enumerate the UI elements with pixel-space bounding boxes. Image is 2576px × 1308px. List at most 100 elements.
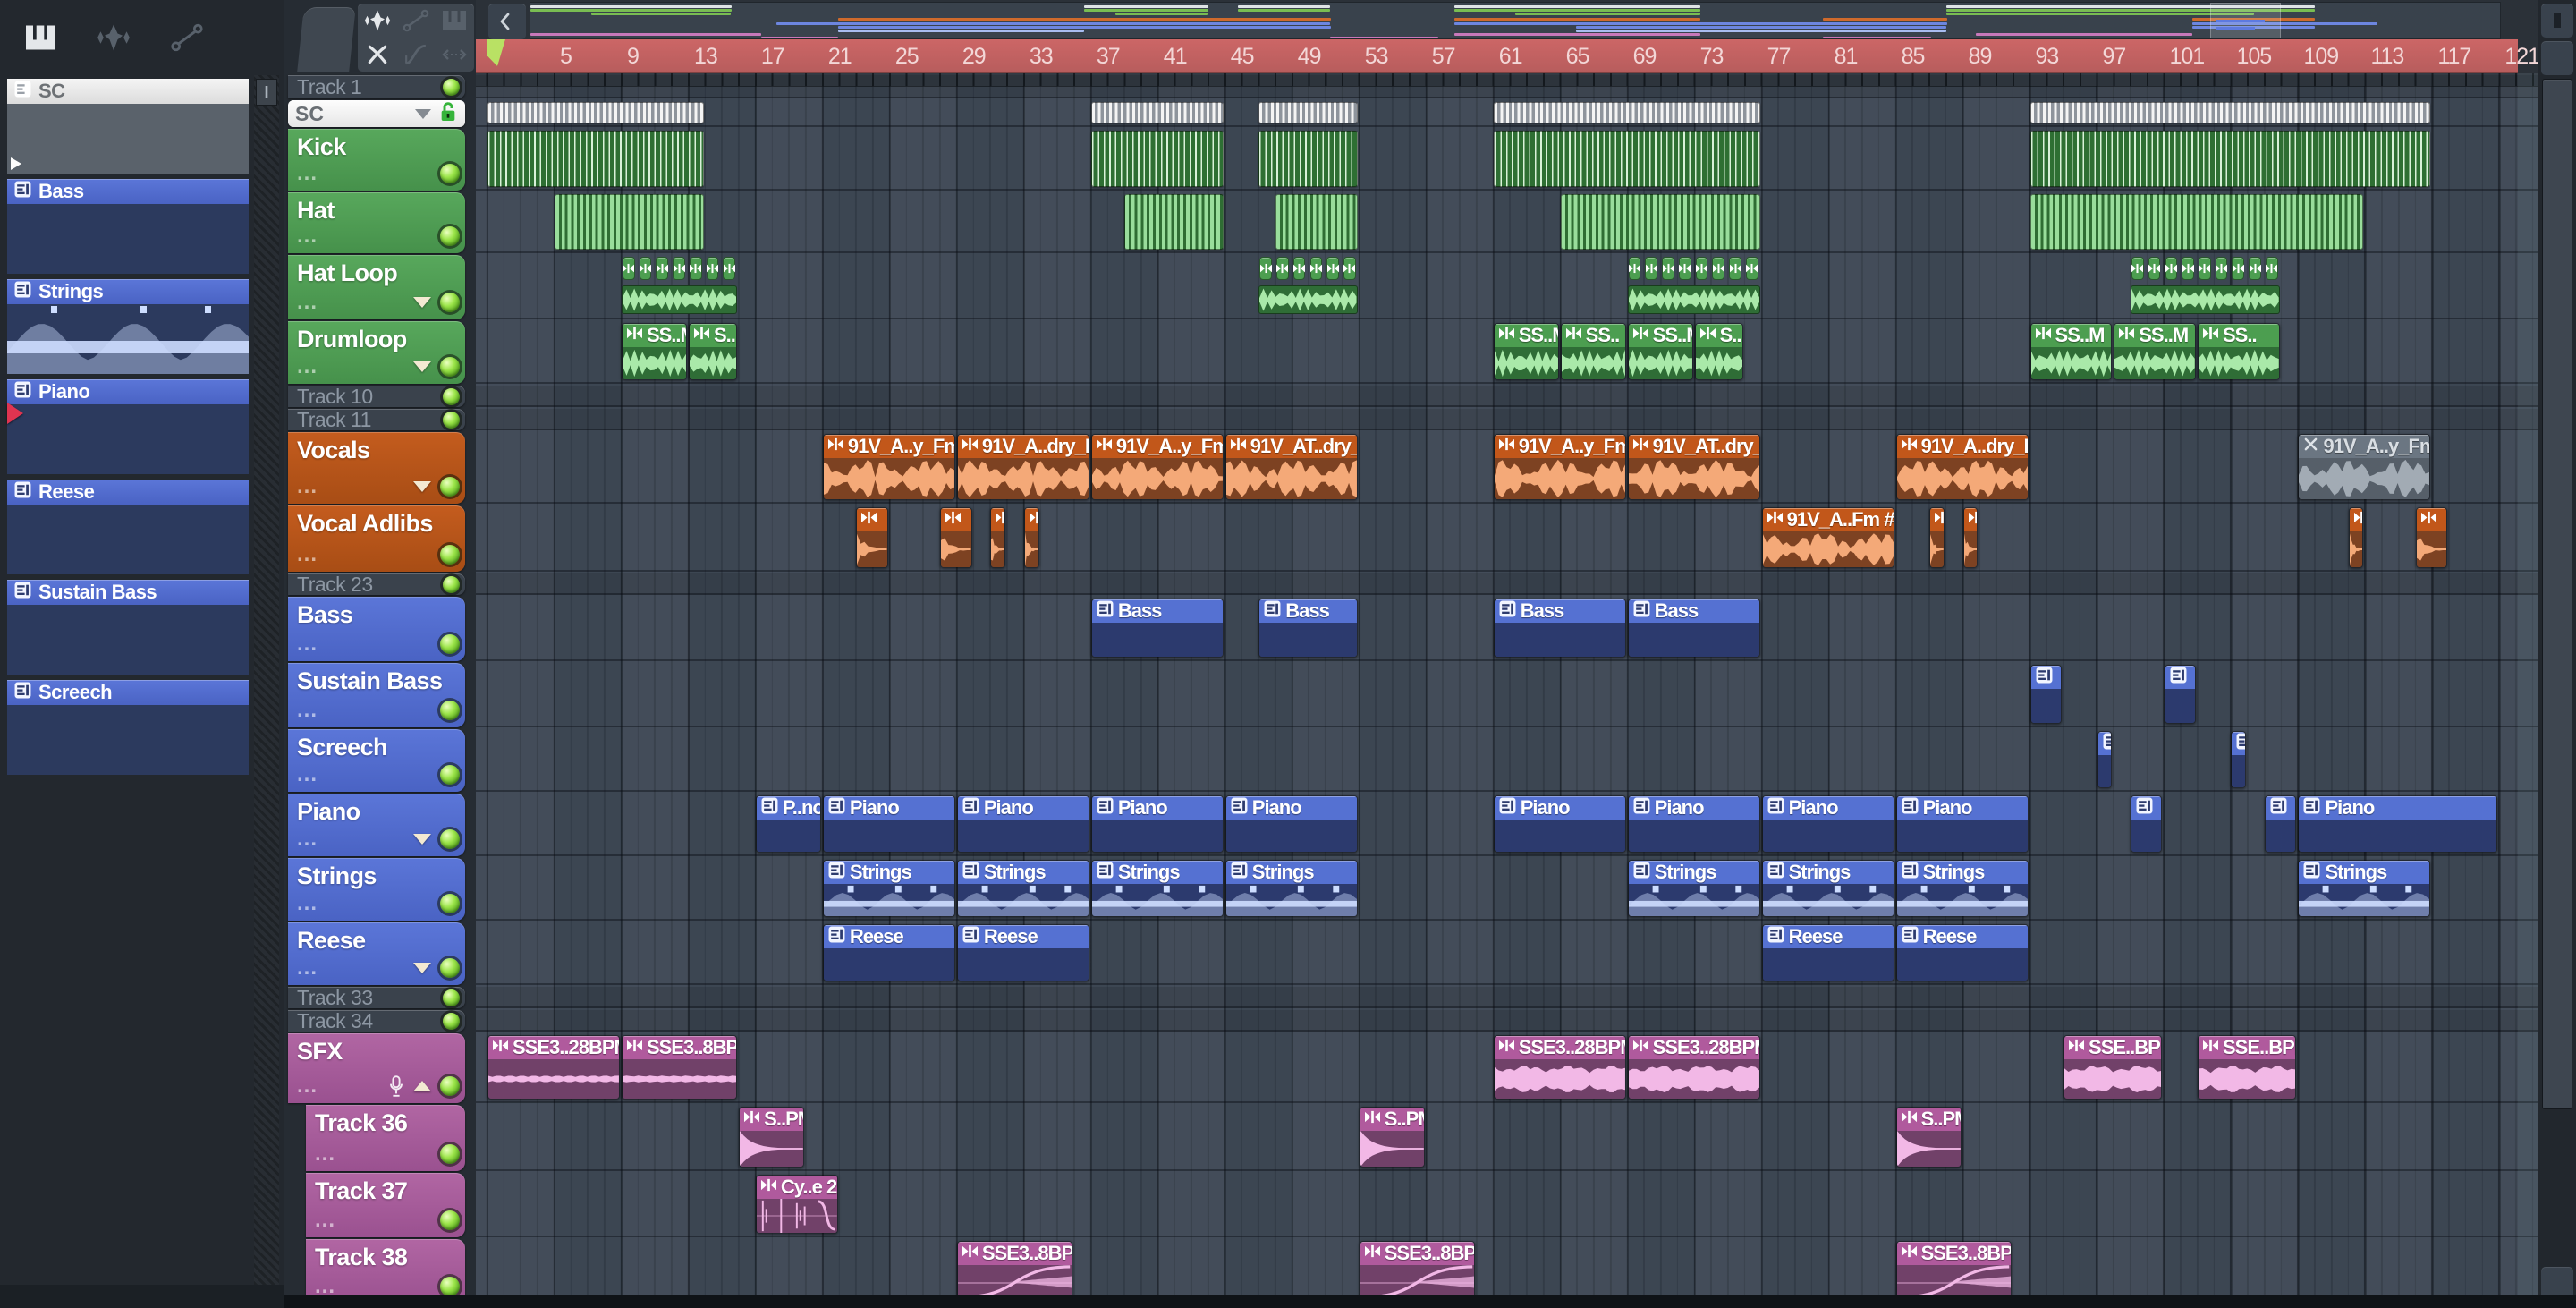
track-row-drumloop[interactable]: Drumloop... — [288, 321, 465, 384]
clip-wave-hat-loop-99[interactable] — [2131, 285, 2280, 314]
track-options-dots[interactable]: ... — [315, 1276, 335, 1297]
clip-vocal-adlibs-116[interactable] — [2415, 507, 2448, 568]
track-row-track-10[interactable]: Track 10 — [288, 385, 465, 408]
clip-slice-hat-loop-100[interactable] — [2148, 257, 2161, 280]
clip-reese-21[interactable]: Reese — [822, 924, 955, 981]
track-row-bass[interactable]: Bass... — [288, 597, 465, 661]
clip-sc-61[interactable] — [1493, 102, 1760, 123]
track-options-dots[interactable]: ... — [297, 544, 318, 565]
vertical-scrollbar[interactable] — [2538, 0, 2576, 1308]
mute-led[interactable] — [440, 701, 460, 720]
clip-sfx-103[interactable]: SSE..BPM — [2197, 1035, 2297, 1100]
clip-slice-hat-loop-107[interactable] — [2265, 257, 2278, 280]
clip-drumloop-65[interactable]: SS.. — [1560, 323, 1626, 380]
track-row-vocals[interactable]: Vocals... — [288, 432, 465, 504]
mute-led[interactable] — [443, 1012, 460, 1030]
new-arrangement-tab-button[interactable] — [297, 7, 356, 72]
clip-sustain-bass-101[interactable] — [2164, 665, 2196, 724]
chevron-down-icon[interactable] — [413, 963, 431, 973]
clip-sc-47[interactable] — [1258, 102, 1358, 123]
clip-vocal-adlibs-33[interactable] — [1023, 507, 1039, 568]
track-row-hat[interactable]: Hat... — [288, 192, 465, 253]
clip-slice-hat-loop-14[interactable] — [706, 257, 719, 280]
clip-kick-93[interactable] — [2029, 131, 2431, 187]
clip-strings-109[interactable]: Strings — [2298, 860, 2431, 917]
clip-vocal-adlibs-28[interactable] — [940, 507, 972, 568]
picker-scrollbar-thumb[interactable]: I — [256, 79, 277, 106]
clip-slice-hat-loop-74[interactable] — [1712, 257, 1725, 280]
clip-vocals-61[interactable]: 91V_A..y_Fm — [1493, 434, 1626, 500]
mute-led[interactable] — [440, 634, 460, 654]
clip-slice-hat-loop-9[interactable] — [622, 257, 635, 280]
picker-scrollbar[interactable]: I — [254, 75, 279, 1285]
clip-piano-61[interactable]: Piano — [1493, 795, 1626, 853]
clip-piano-85[interactable]: Piano — [1895, 795, 2029, 853]
clip-sfx-69[interactable]: SSE3..28BPM — [1627, 1035, 1760, 1100]
clip-slice-hat-loop-48[interactable] — [1276, 257, 1289, 280]
scroll-left-button[interactable] — [488, 4, 526, 39]
mute-led[interactable] — [440, 1210, 460, 1230]
track-options-dots[interactable]: ... — [297, 957, 318, 979]
clip-slice-hat-loop-49[interactable] — [1292, 257, 1306, 280]
clip-track-38-29[interactable]: SSE3..8BPM — [956, 1241, 1073, 1295]
clip-piano-109[interactable]: Piano — [2298, 795, 2498, 853]
track-options-dots[interactable]: ... — [315, 1210, 335, 1231]
piano-icon[interactable] — [23, 23, 57, 52]
track-options-dots[interactable]: ... — [297, 163, 318, 184]
minimap-viewport[interactable] — [2210, 3, 2281, 38]
track-options-dots[interactable]: ... — [297, 893, 318, 914]
track-options-dots[interactable]: ... — [297, 633, 318, 655]
clip-hat-39[interactable] — [1124, 194, 1224, 250]
scrollbar-end-button[interactable] — [2541, 4, 2573, 38]
picker-item-piano[interactable]: Piano — [7, 379, 249, 474]
clip-slice-hat-loop-102[interactable] — [2182, 257, 2194, 280]
clip-piano-37[interactable]: Piano — [1090, 795, 1224, 853]
clip-slice-hat-loop-76[interactable] — [1745, 257, 1758, 280]
playback-start-marker[interactable] — [487, 39, 505, 66]
clip-screech-97[interactable] — [2097, 731, 2113, 788]
clip-track-36-85[interactable]: S..PM — [1895, 1107, 1962, 1168]
mute-led[interactable] — [440, 226, 460, 246]
automation-icon[interactable] — [170, 23, 204, 52]
picker-item-bass[interactable]: Bass — [7, 179, 249, 274]
clip-drumloop-73[interactable]: S.. — [1694, 323, 1743, 380]
clip-slice-hat-loop-104[interactable] — [2215, 257, 2228, 280]
track-row-kick[interactable]: Kick... — [288, 129, 465, 191]
mute-led[interactable] — [443, 411, 460, 429]
clip-strings-37[interactable]: Strings — [1090, 860, 1224, 917]
track-options-dots[interactable]: ... — [297, 1075, 318, 1097]
clip-bass-69[interactable]: Bass — [1627, 599, 1760, 658]
clip-slice-hat-loop-101[interactable] — [2165, 257, 2178, 280]
clip-vocals-69[interactable]: 91V_AT..dry_E — [1627, 434, 1760, 500]
clip-hat-65[interactable] — [1560, 194, 1760, 250]
clip-slice-hat-loop-72[interactable] — [1678, 257, 1691, 280]
scrollbar-thumb[interactable] — [2542, 79, 2572, 1109]
clip-slice-hat-loop-13[interactable] — [689, 257, 702, 280]
clip-drumloop-61[interactable]: SS..M — [1493, 323, 1559, 380]
track-row-reese[interactable]: Reese... — [288, 922, 465, 985]
picker-item-sustain-bass[interactable]: Sustain Bass — [7, 580, 249, 675]
clip-slice-hat-loop-103[interactable] — [2198, 257, 2211, 280]
picker-item-sc[interactable]: SC — [7, 79, 249, 174]
mute-led[interactable] — [440, 1076, 460, 1096]
scroll-up-button[interactable] — [2541, 41, 2573, 75]
chevron-down-icon[interactable] — [413, 361, 431, 372]
timeline-ruler[interactable]: 5 9 13 17 21 25 29 33 37 41 45 49 53 57 61 65 69 73 77 81 85… — [476, 39, 2540, 73]
clip-track-36-53[interactable]: S..PM — [1359, 1107, 1425, 1168]
track-row-piano[interactable]: Piano... — [288, 794, 465, 856]
clip-sfx-1[interactable]: SSE3..28BPM — [487, 1035, 620, 1100]
track-row-strings[interactable]: Strings... — [288, 858, 465, 921]
clip-piano-21[interactable]: Piano — [822, 795, 955, 853]
clip-kick-61[interactable] — [1493, 131, 1760, 187]
track-options-dots[interactable]: ... — [297, 476, 318, 497]
clip-slice-hat-loop-50[interactable] — [1309, 257, 1323, 280]
track-options-dots[interactable]: ... — [297, 356, 318, 378]
track-row-track-11[interactable]: Track 11 — [288, 408, 465, 431]
clip-wave-hat-loop-69[interactable] — [1627, 285, 1760, 314]
arrangement-minimap[interactable] — [530, 2, 2501, 39]
clip-vocals-109[interactable]: 91V_A..y_Fm — [2298, 434, 2431, 500]
clip-wave-hat-loop-47[interactable] — [1258, 285, 1358, 314]
mute-led[interactable] — [443, 387, 460, 405]
clip-vocals-37[interactable]: 91V_A..y_Fm — [1090, 434, 1224, 500]
clip-drumloop-93[interactable]: SS..M — [2029, 323, 2113, 380]
